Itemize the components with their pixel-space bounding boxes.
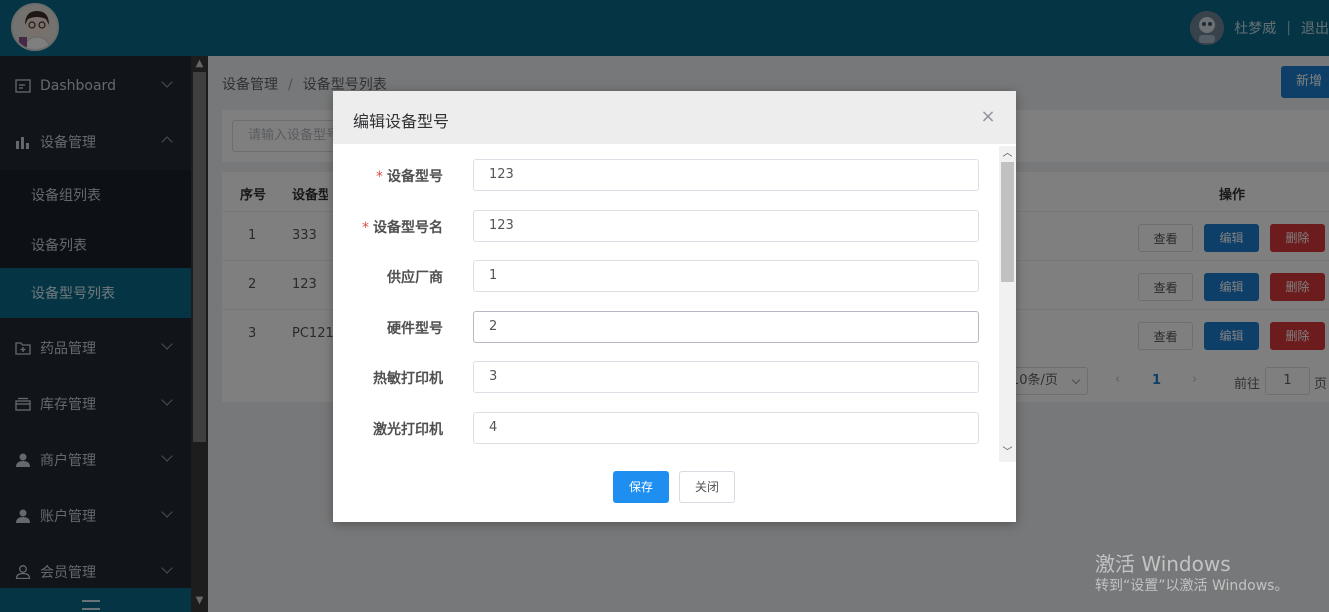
field-label-text: 设备型号名 — [373, 220, 443, 236]
thermal-printer-input[interactable]: 3 — [473, 361, 979, 393]
dialog-scrollbar[interactable]: ︿ ﹀ — [999, 146, 1016, 462]
dialog-footer: 保存 关闭 — [333, 462, 1016, 522]
field-label: 硬件型号 — [387, 321, 443, 337]
close-icon[interactable]: × — [980, 108, 996, 126]
scroll-up-arrow-icon[interactable]: ︿ — [999, 147, 1016, 161]
dialog-form: * 设备型号 123 * 设备型号名 123 供应厂商 1 硬件型号 2 热敏打印机… — [333, 144, 1016, 462]
field-label: * 设备型号 — [376, 166, 443, 186]
activation-watermark-title: 激活 Windows — [1095, 552, 1231, 576]
dialog-scroll-thumb[interactable] — [1001, 162, 1014, 282]
dialog-title: 编辑设备型号 — [353, 112, 450, 131]
required-mark: * — [362, 220, 369, 236]
field-label: * 设备型号名 — [362, 217, 443, 237]
laser-printer-input[interactable]: 4 — [473, 412, 979, 444]
dialog-header: 编辑设备型号 × — [333, 91, 1016, 144]
required-mark: * — [376, 169, 383, 185]
save-button[interactable]: 保存 — [613, 471, 669, 503]
field-label: 热敏打印机 — [373, 371, 443, 387]
form-row-model-name: * 设备型号名 123 — [333, 210, 998, 242]
form-row-laser-printer: 激光打印机 4 — [333, 412, 998, 444]
model-input[interactable]: 123 — [473, 159, 979, 191]
model-name-input[interactable]: 123 — [473, 210, 979, 242]
activation-watermark-text: 转到“设置”以激活 Windows。 — [1095, 578, 1289, 594]
form-row-model: * 设备型号 123 — [333, 159, 998, 191]
field-label: 激光打印机 — [373, 422, 443, 438]
hardware-model-input[interactable]: 2 — [473, 311, 979, 343]
form-row-thermal-printer: 热敏打印机 3 — [333, 361, 998, 393]
field-label-text: 设备型号 — [387, 169, 443, 185]
scroll-down-arrow-icon[interactable]: ﹀ — [999, 446, 1016, 460]
field-label: 供应厂商 — [387, 270, 443, 286]
form-row-hardware-model: 硬件型号 2 — [333, 311, 998, 343]
edit-model-dialog: 编辑设备型号 × * 设备型号 123 * 设备型号名 123 供应厂商 1 硬件型… — [333, 91, 1016, 522]
form-row-supplier: 供应厂商 1 — [333, 260, 998, 292]
supplier-input[interactable]: 1 — [473, 260, 979, 292]
close-button[interactable]: 关闭 — [679, 471, 735, 503]
